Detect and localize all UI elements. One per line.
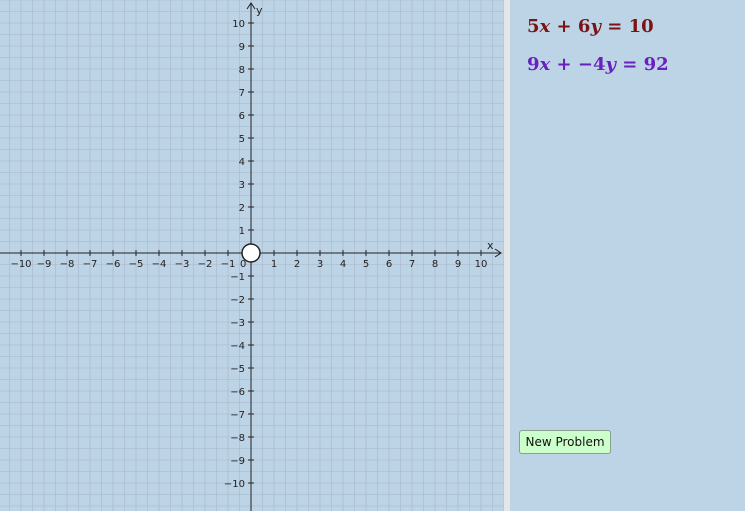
y-tick-label: −6 [230,387,245,398]
y-tick-label: 3 [239,180,245,191]
algebra-panel: 5x + 6y = 10 9x + −4y = 92 New Problem [510,0,745,511]
eq1-operator: + [556,16,572,37]
x-tick-label: −4 [152,259,167,270]
x-tick-label: 10 [475,259,488,270]
y-tick-label: 8 [239,65,245,76]
y-tick-label: −3 [230,318,245,329]
eq2-var-y: y [605,54,616,75]
eq1-equals: = [607,16,623,37]
equation-2: 9x + −4y = 92 [527,54,669,75]
y-tick-label: −7 [230,410,245,421]
y-tick-label: −9 [230,456,245,467]
y-tick-label: 1 [239,226,245,237]
x-tick-label: 2 [294,259,300,270]
y-tick-label: −4 [230,341,245,352]
eq2-equals: = [622,54,638,75]
y-tick-label: −1 [230,272,245,283]
y-tick-label: 4 [239,157,245,168]
x-tick-label: 9 [455,259,461,270]
x-tick-label: −5 [129,259,144,270]
eq2-operator: + [556,54,572,75]
y-tick-label: 10 [232,19,245,30]
eq1-var-x: x [539,16,551,37]
y-tick-label: 7 [239,88,245,99]
y-tick-label: 6 [239,111,245,122]
x-tick-label: −7 [83,259,98,270]
eq1-coef-b: 6 [577,16,591,37]
draggable-point[interactable] [241,243,261,263]
x-tick-label: −9 [37,259,52,270]
new-problem-button[interactable]: New Problem [519,430,611,454]
x-tick-label: −6 [106,259,121,270]
y-tick-label: 9 [239,42,245,53]
x-tick-label: 7 [409,259,415,270]
x-tick-label: −3 [175,259,190,270]
x-tick-label: 8 [432,259,438,270]
x-tick-label: −10 [10,259,31,270]
eq2-var-x: x [539,54,551,75]
x-tick-label: −1 [221,259,236,270]
graph-panel[interactable]: x y −10 −9 −8 −7 −6 −5 −4 −3 −2 −1 0 1 2 3 4 5 6 7 8 9 10 1 2 3… [0,0,504,511]
x-tick-label: 4 [340,259,346,270]
y-tick-label: −8 [230,433,245,444]
eq1-rhs: 10 [628,16,654,37]
x-axis-label: x [487,239,494,252]
y-tick-label: −10 [224,479,245,490]
eq1-var-y: y [590,16,601,37]
eq1-coef-a: 5 [527,16,540,37]
y-axis-label: y [256,4,263,17]
x-tick-label: −2 [198,259,213,270]
eq2-coef-a: 9 [527,54,540,75]
x-tick-label: 3 [317,259,323,270]
x-tick-label: 1 [271,259,277,270]
y-tick-label: −2 [230,295,245,306]
y-tick-label: 2 [239,203,245,214]
y-tick-label: 5 [239,134,245,145]
x-tick-label: 6 [386,259,392,270]
eq2-coef-b: −4 [577,54,606,75]
eq2-rhs: 92 [643,54,669,75]
x-tick-label: −8 [60,259,75,270]
x-tick-label: 5 [363,259,369,270]
y-tick-label: −5 [230,364,245,375]
equation-1: 5x + 6y = 10 [527,16,654,37]
coordinate-plane[interactable]: x y −10 −9 −8 −7 −6 −5 −4 −3 −2 −1 0 1 2 3 4 5 6 7 8 9 10 1 2 3… [0,0,504,511]
